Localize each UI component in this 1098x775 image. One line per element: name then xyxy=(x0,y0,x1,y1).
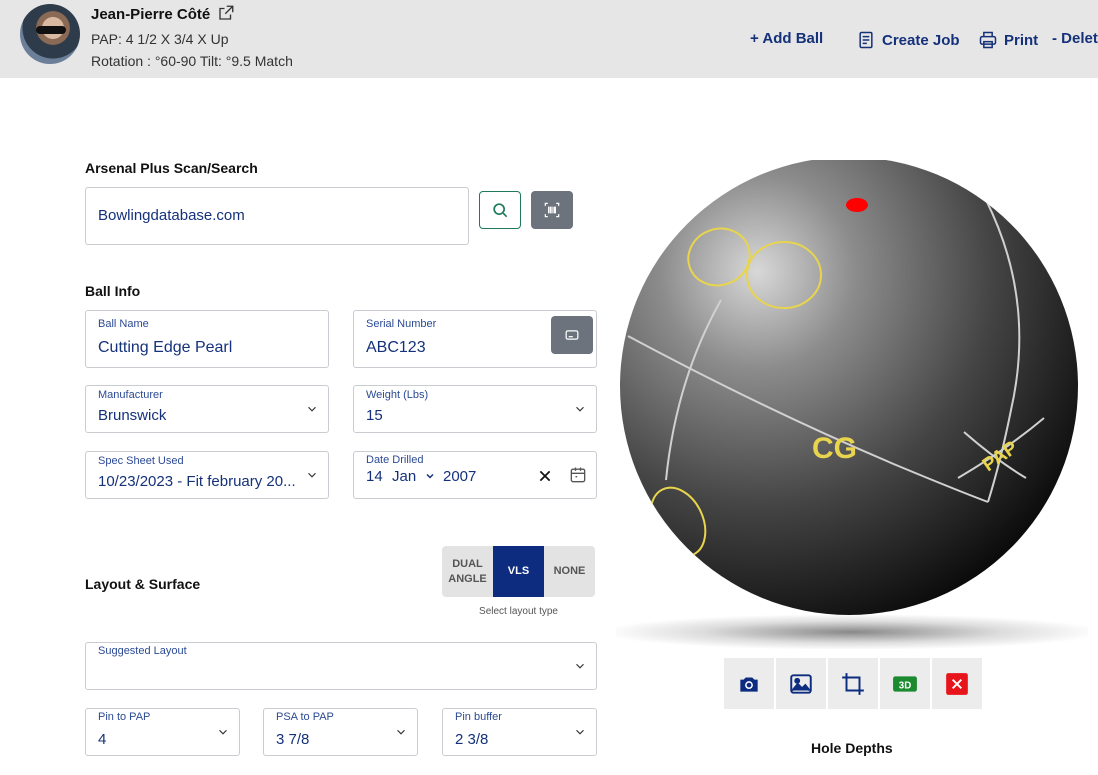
layout-option-vls[interactable]: VLS xyxy=(493,546,544,597)
ball-sphere xyxy=(620,160,1078,615)
chevron-down-icon xyxy=(308,472,316,478)
search-section-title: Arsenal Plus Scan/Search xyxy=(85,160,258,176)
manufacturer-label: Manufacturer xyxy=(98,389,163,401)
ball-name-label: Ball Name xyxy=(98,318,149,330)
pin-buffer-label: Pin buffer xyxy=(455,711,502,723)
date-day[interactable]: 14 xyxy=(366,468,383,485)
serial-number-label: Serial Number xyxy=(366,318,437,330)
header-bar: Jean-Pierre Côté PAP: 4 1/2 X 3/4 X Up R… xyxy=(0,0,1098,78)
clear-date-icon[interactable] xyxy=(537,468,553,484)
layout-type-toggle: DUAL ANGLE VLS NONE xyxy=(442,546,595,597)
chevron-down-icon xyxy=(219,729,227,735)
weight-select[interactable]: Weight (Lbs) 15 xyxy=(353,385,597,433)
manufacturer-value: Brunswick xyxy=(98,407,167,424)
camera-button[interactable] xyxy=(724,658,774,709)
chevron-down-icon xyxy=(308,406,316,412)
date-drilled-label: Date Drilled xyxy=(366,454,424,466)
serial-number-value: ABC123 xyxy=(366,339,426,356)
close-view-button[interactable] xyxy=(932,658,982,709)
psa-to-pap-label: PSA to PAP xyxy=(276,711,334,723)
barcode-scan-button[interactable] xyxy=(531,191,573,229)
barcode-icon xyxy=(544,202,560,218)
date-month[interactable]: Jan xyxy=(392,468,416,485)
manufacturer-select[interactable]: Manufacturer Brunswick xyxy=(85,385,329,433)
pin-buffer-value: 2 3/8 xyxy=(455,731,489,748)
print-button[interactable]: Print xyxy=(978,30,1038,50)
calendar-icon[interactable] xyxy=(568,465,588,485)
create-job-button[interactable]: Create Job xyxy=(856,30,960,50)
suggested-layout-select[interactable]: Suggested Layout xyxy=(85,642,597,690)
print-label: Print xyxy=(1004,31,1039,49)
rotation-info: Rotation : °60-90 Tilt: °9.5 Match xyxy=(91,53,293,69)
date-year[interactable]: 2007 xyxy=(443,468,476,485)
document-icon xyxy=(859,31,873,49)
add-ball-label: + Add Ball xyxy=(750,30,824,47)
serial-number-field[interactable]: Serial Number ABC123 xyxy=(353,310,597,368)
layout-option-dual-angle[interactable]: DUAL ANGLE xyxy=(442,546,493,597)
bowling-ball-view[interactable]: CG PAP xyxy=(616,160,1096,650)
3d-icon: 3D xyxy=(893,675,917,692)
psa-to-pap-select[interactable]: PSA to PAP 3 7/8 xyxy=(263,708,418,756)
cg-label: CG xyxy=(812,432,857,465)
delete-button[interactable]: - Delete xyxy=(1052,30,1098,47)
ball-view-toolbar: 3D xyxy=(724,658,982,709)
ball-name-field[interactable]: Ball Name Cutting Edge Pearl xyxy=(85,310,329,368)
suggested-layout-label: Suggested Layout xyxy=(98,645,187,657)
chevron-down-icon xyxy=(576,729,584,735)
delete-label: - Delete xyxy=(1052,30,1098,47)
weight-label: Weight (Lbs) xyxy=(366,389,429,401)
hole-depths-title: Hole Depths xyxy=(811,740,893,756)
spec-sheet-select[interactable]: Spec Sheet Used 10/23/2023 - Fit februar… xyxy=(85,451,329,499)
layout-option-none[interactable]: NONE xyxy=(544,546,595,597)
spec-sheet-label: Spec Sheet Used xyxy=(98,455,184,467)
image-button[interactable] xyxy=(776,658,826,709)
scan-serial-button[interactable] xyxy=(551,316,593,354)
pin-to-pap-select[interactable]: Pin to PAP 4 xyxy=(85,708,240,756)
pap-info: PAP: 4 1/2 X 3/4 X Up xyxy=(91,31,229,47)
pin-marker xyxy=(846,198,868,212)
psa-to-pap-value: 3 7/8 xyxy=(276,731,310,748)
chevron-down-icon xyxy=(397,729,405,735)
avatar[interactable] xyxy=(20,4,80,64)
scan-icon xyxy=(565,330,579,340)
svg-text:3D: 3D xyxy=(899,680,911,691)
layout-surface-title: Layout & Surface xyxy=(85,576,201,592)
add-ball-button[interactable]: + Add Ball xyxy=(750,30,823,47)
ball-name-value: Cutting Edge Pearl xyxy=(98,339,233,356)
layout-type-caption: Select layout type xyxy=(479,606,558,617)
chevron-down-icon[interactable] xyxy=(424,470,436,482)
camera-icon xyxy=(740,677,758,692)
search-input[interactable]: Bowlingdatabase.com xyxy=(85,187,469,245)
close-icon xyxy=(946,672,968,695)
pin-buffer-select[interactable]: Pin buffer 2 3/8 xyxy=(442,708,597,756)
pin-to-pap-value: 4 xyxy=(98,731,107,748)
search-input-value: Bowlingdatabase.com xyxy=(98,207,245,224)
printer-icon xyxy=(979,31,997,49)
create-job-label: Create Job xyxy=(882,31,960,49)
crop-icon xyxy=(842,672,864,695)
search-button[interactable] xyxy=(479,191,521,229)
spec-sheet-value: 10/23/2023 - Fit february 20... xyxy=(98,473,296,490)
pin-to-pap-label: Pin to PAP xyxy=(98,711,151,723)
date-drilled-field[interactable]: Date Drilled 14 Jan 2007 xyxy=(353,451,597,499)
chevron-down-icon xyxy=(576,663,584,669)
search-icon xyxy=(493,203,508,218)
ball-info-title: Ball Info xyxy=(85,283,141,299)
image-icon xyxy=(790,673,812,694)
chevron-down-icon xyxy=(576,406,584,412)
3d-view-button[interactable]: 3D xyxy=(880,658,930,709)
weight-value: 15 xyxy=(366,407,383,424)
user-name: Jean-Pierre Côté xyxy=(91,6,211,23)
external-link-icon[interactable] xyxy=(217,4,235,22)
crop-button[interactable] xyxy=(828,658,878,709)
